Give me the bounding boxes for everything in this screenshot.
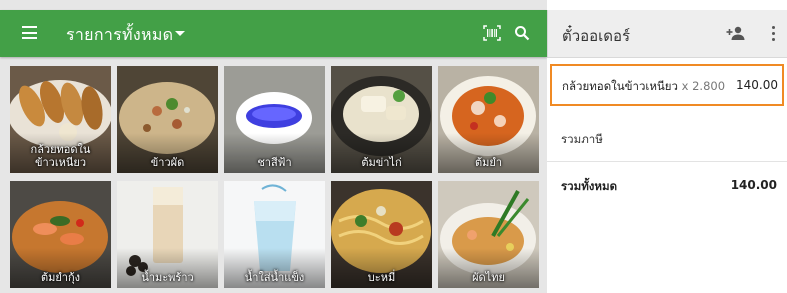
hamburger-menu-icon[interactable]: [22, 26, 37, 39]
ticket-toolbar: ตั๋วออเดอร์: [547, 10, 787, 58]
item-tile-label-line2: บะหมี่: [367, 271, 396, 284]
ticket-panel: ตั๋วออเดอร์ กล้วยทอดในข้าวเหนียว x 2.800…: [547, 0, 787, 293]
item-tile-label: น้ำมะพร้าว: [117, 271, 218, 284]
add-customer-icon[interactable]: [726, 26, 746, 40]
item-tile-label: บะหมี่: [331, 271, 432, 284]
item-tile[interactable]: น้ำใส่น้ำแข็ง: [224, 181, 325, 288]
tax-label: รวมภาษี: [561, 132, 603, 146]
item-tile-label-line2: ต้มยำ: [474, 156, 503, 169]
item-tile-label: ชาสีฟ้า: [224, 156, 325, 169]
item-tile[interactable]: ต้มข่าไก่: [331, 66, 432, 173]
search-icon[interactable]: [514, 25, 530, 41]
item-tile[interactable]: ต้มยำกุ้ง: [10, 181, 111, 288]
item-catalog-panel: รายการทั้งหมด กล้วยทอดใน ข้าวเหนียวข้าวผั…: [0, 0, 547, 293]
item-tile-label-line1: กล้วยทอดใน: [30, 143, 91, 156]
line-item-quantity: x 2.800: [681, 79, 726, 93]
item-tile[interactable]: น้ำมะพร้าว: [117, 181, 218, 288]
item-tile[interactable]: กล้วยทอดใน ข้าวเหนียว: [10, 66, 111, 173]
line-item-name: กล้วยทอดในข้าวเหนียว x 2.800: [562, 78, 725, 96]
item-tile-label: ต้มยำกุ้ง: [10, 271, 111, 284]
line-item-title: กล้วยทอดในข้าวเหนียว: [562, 79, 678, 93]
item-grid: กล้วยทอดใน ข้าวเหนียว ข้าวผัด ชาสีฟ้า ต้มข่า…: [10, 66, 547, 293]
chevron-down-icon[interactable]: [175, 31, 185, 36]
catalog-toolbar: รายการทั้งหมด: [0, 10, 547, 57]
item-tile-label-line2: ผัดไทย: [472, 271, 505, 284]
item-tile[interactable]: ข้าวผัด: [117, 66, 218, 173]
more-vert-icon[interactable]: [772, 26, 776, 42]
item-tile-label-line2: ต้มข่าไก่: [361, 156, 402, 169]
item-tile-label-line2: น้ำใส่น้ำแข็ง: [244, 271, 305, 284]
item-tile-label: ผัดไทย: [438, 271, 539, 284]
ticket-title: ตั๋วออเดอร์: [562, 27, 631, 45]
item-tile-label: ข้าวผัด: [117, 156, 218, 169]
pos-app: รายการทั้งหมด กล้วยทอดใน ข้าวเหนียวข้าวผั…: [0, 0, 787, 293]
item-tile-label-line2: ข้าวผัด: [150, 156, 185, 169]
item-tile-label: กล้วยทอดใน ข้าวเหนียว: [10, 143, 111, 169]
item-tile-label-line2: ข้าวเหนียว: [34, 156, 87, 169]
item-tile[interactable]: ต้มยำ: [438, 66, 539, 173]
category-selector[interactable]: รายการทั้งหมด: [66, 23, 173, 48]
item-tile[interactable]: บะหมี่: [331, 181, 432, 288]
line-item-price: 140.00: [736, 78, 778, 92]
item-tile-label: ต้มยำ: [438, 156, 539, 169]
item-tile[interactable]: ผัดไทย: [438, 181, 539, 288]
item-tile-label-line2: น้ำมะพร้าว: [141, 271, 194, 284]
item-tile-label-line2: ชาสีฟ้า: [257, 156, 292, 169]
item-tile[interactable]: ชาสีฟ้า: [224, 66, 325, 173]
item-tile-label: ต้มข่าไก่: [331, 156, 432, 169]
total-value: 140.00: [730, 178, 777, 192]
ticket-line-item[interactable]: กล้วยทอดในข้าวเหนียว x 2.800 140.00: [550, 64, 784, 106]
item-tile-label: น้ำใส่น้ำแข็ง: [224, 271, 325, 284]
total-row: รวมทั้งหมด 140.00: [547, 162, 787, 208]
barcode-scan-icon[interactable]: [483, 25, 501, 41]
tax-row: รวมภาษี: [547, 115, 787, 162]
item-tile-label-line2: ต้มยำกุ้ง: [40, 271, 81, 284]
total-label: รวมทั้งหมด: [561, 179, 618, 193]
